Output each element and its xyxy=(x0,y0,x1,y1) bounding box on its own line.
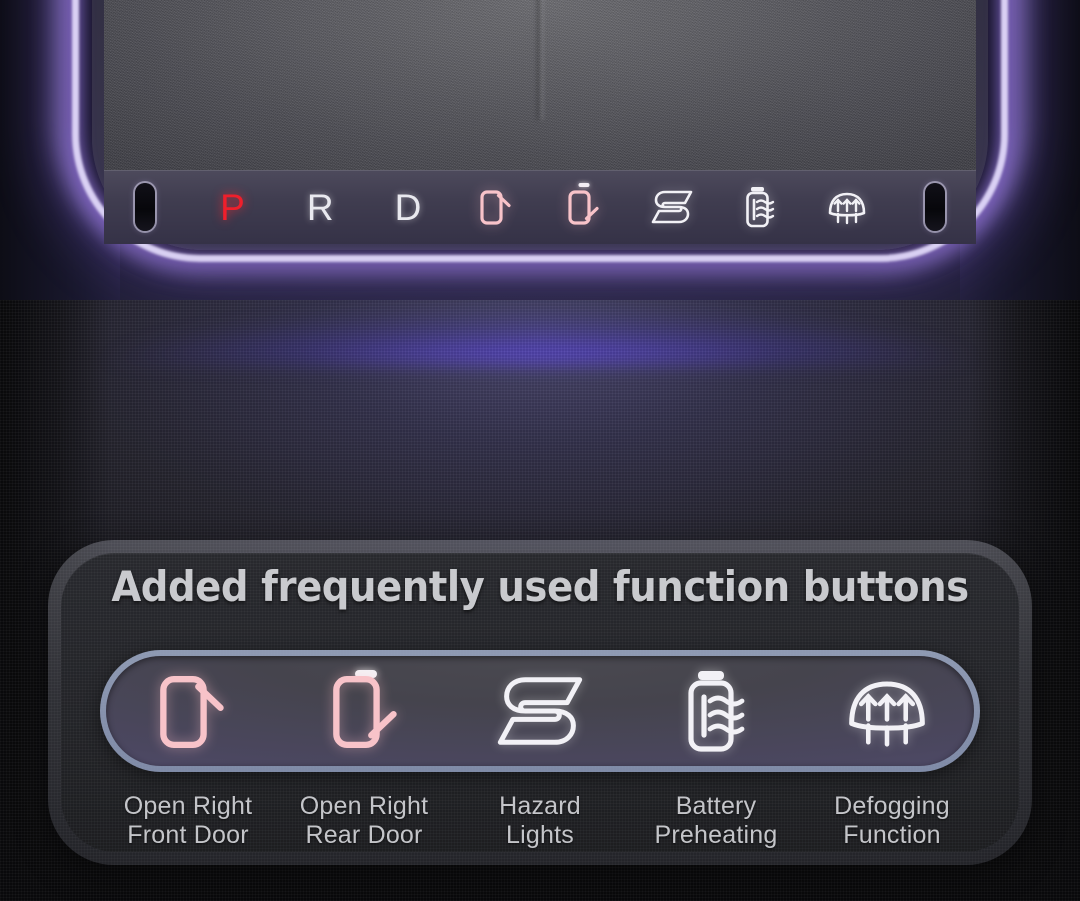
tray-seam xyxy=(536,0,544,120)
strip-item-park[interactable]: P xyxy=(206,179,260,235)
strip-item-hazard-lights[interactable] xyxy=(645,179,699,235)
park-letter-icon: P xyxy=(220,186,246,228)
gear-selector-strip[interactable]: P R D xyxy=(104,170,976,244)
label-line-1: Open Right xyxy=(299,792,429,820)
label-line-1: Battery xyxy=(675,792,757,820)
console-top-area: P R D xyxy=(0,0,1080,330)
button-battery-preheating[interactable] xyxy=(627,656,801,766)
label-battery-preheating: Battery Preheating xyxy=(628,792,804,851)
function-button-bar xyxy=(100,650,980,772)
label-line-2: Front Door xyxy=(127,821,249,850)
door-rear-open-icon xyxy=(333,676,398,749)
label-open-right-front-door: Open Right Front Door xyxy=(100,792,276,851)
function-labels-row: Open Right Front Door Open Right Rear Do… xyxy=(100,792,980,851)
label-line-2: Function xyxy=(843,821,941,850)
strip-item-open-right-front-door[interactable] xyxy=(469,179,523,235)
strip-item-drive[interactable]: D xyxy=(381,179,435,235)
console-screenshot: P R D Added frequently used function but… xyxy=(0,0,1080,901)
door-front-open-icon xyxy=(480,190,511,225)
label-line-1: Defogging xyxy=(834,792,950,820)
defogger-icon xyxy=(849,681,926,747)
label-hazard-lights: Hazard Lights xyxy=(452,792,628,851)
label-line-2: Lights xyxy=(506,821,574,850)
door-front-open-icon xyxy=(159,676,224,749)
strip-item-defogging[interactable] xyxy=(820,179,874,235)
battery-preheat-icon xyxy=(746,187,775,228)
label-line-2: Rear Door xyxy=(305,821,423,850)
function-button-bar-face xyxy=(106,656,974,766)
button-open-right-rear-door[interactable] xyxy=(280,656,454,766)
button-open-right-front-door[interactable] xyxy=(106,656,280,766)
button-defogging-function[interactable] xyxy=(800,656,974,766)
button-hazard-lights[interactable] xyxy=(453,656,627,766)
drive-letter-icon: D xyxy=(394,186,422,228)
battery-preheat-icon xyxy=(687,671,744,752)
strip-item-battery-preheating[interactable] xyxy=(732,179,786,235)
strip-endcap-right[interactable] xyxy=(908,179,962,235)
endcap-button-icon xyxy=(135,183,155,231)
label-line-1: Open Right xyxy=(123,792,253,820)
defogger-icon xyxy=(828,192,866,225)
page-title: Added frequently used function buttons xyxy=(111,562,969,611)
reverse-letter-icon: R xyxy=(306,186,335,228)
endcap-button-icon xyxy=(924,183,945,231)
strip-endcap-left[interactable] xyxy=(118,179,172,235)
strip-item-open-right-rear-door[interactable] xyxy=(557,179,611,235)
label-open-right-rear-door: Open Right Rear Door xyxy=(276,792,452,851)
console-tray-felt xyxy=(104,0,976,172)
strip-item-reverse[interactable]: R xyxy=(294,179,348,235)
hazard-s-icon xyxy=(497,677,583,745)
label-line-2: Preheating xyxy=(654,821,778,850)
label-defogging-function: Defogging Function xyxy=(804,792,980,851)
label-line-1: Hazard xyxy=(499,792,581,820)
door-rear-open-icon xyxy=(568,190,599,225)
deck-ambient-glow xyxy=(80,300,1000,364)
hazard-s-icon xyxy=(651,190,692,224)
